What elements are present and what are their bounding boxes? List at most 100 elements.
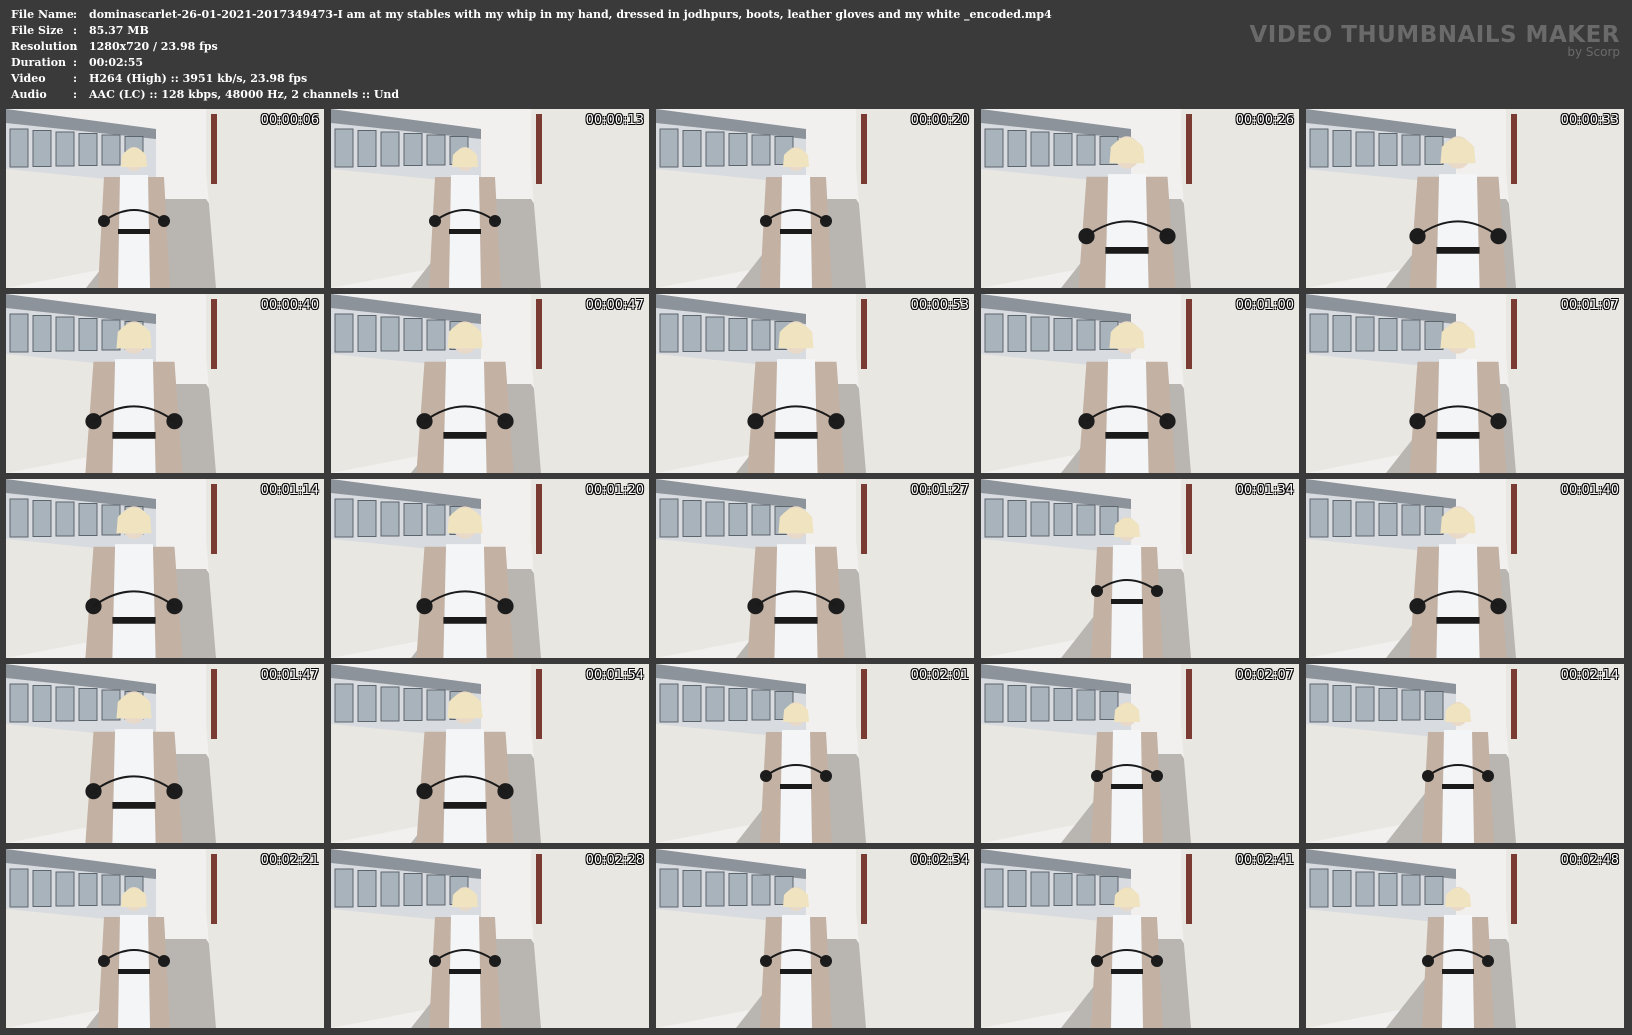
timestamp: 00:01:54 bbox=[585, 668, 644, 683]
meta-value: H264 (High) :: 3951 kb/s, 23.98 fps bbox=[89, 72, 308, 85]
timestamp: 00:00:47 bbox=[585, 298, 644, 313]
thumbnail-frame[interactable]: 00:02:34 bbox=[656, 849, 974, 1028]
thumbnail-frame[interactable]: 00:01:14 bbox=[6, 479, 324, 658]
thumbnail-frame[interactable]: 00:02:28 bbox=[331, 849, 649, 1028]
meta-value: dominascarlet-26-01-2021-2017349473-I am… bbox=[89, 8, 1052, 21]
thumbnail-frame[interactable]: 00:00:20 bbox=[656, 109, 974, 288]
meta-colon: : bbox=[73, 56, 78, 69]
timestamp: 00:01:00 bbox=[1235, 298, 1294, 313]
meta-value: 85.37 MB bbox=[89, 24, 149, 37]
thumbnail-frame[interactable]: 00:00:26 bbox=[981, 109, 1299, 288]
brand-watermark: VIDEO THUMBNAILS MAKER by Scorp bbox=[1249, 22, 1620, 58]
thumbnail-frame[interactable]: 00:01:07 bbox=[1306, 294, 1624, 473]
file-info: File Name : dominascarlet-26-01-2021-201… bbox=[11, 7, 1052, 103]
timestamp: 00:01:40 bbox=[1560, 483, 1619, 498]
timestamp: 00:02:41 bbox=[1235, 853, 1294, 868]
timestamp: 00:00:40 bbox=[260, 298, 319, 313]
timestamp: 00:02:21 bbox=[260, 853, 319, 868]
video-frame-image bbox=[656, 664, 974, 843]
video-frame-image bbox=[981, 664, 1299, 843]
video-frame-image bbox=[656, 294, 974, 473]
video-frame-image bbox=[1306, 479, 1624, 658]
video-frame-image bbox=[656, 849, 974, 1028]
video-frame-image bbox=[981, 294, 1299, 473]
thumbnail-frame[interactable]: 00:01:54 bbox=[331, 664, 649, 843]
timestamp: 00:01:14 bbox=[260, 483, 319, 498]
video-frame-image bbox=[6, 479, 324, 658]
thumbnail-frame[interactable]: 00:01:27 bbox=[656, 479, 974, 658]
timestamp: 00:01:34 bbox=[1235, 483, 1294, 498]
video-frame-image bbox=[981, 849, 1299, 1028]
video-frame-image bbox=[656, 479, 974, 658]
timestamp: 00:01:20 bbox=[585, 483, 644, 498]
meta-row: Video : H264 (High) :: 3951 kb/s, 23.98 … bbox=[11, 71, 1052, 87]
timestamp: 00:01:47 bbox=[260, 668, 319, 683]
thumbnail-frame[interactable]: 00:02:21 bbox=[6, 849, 324, 1028]
video-frame-image bbox=[1306, 849, 1624, 1028]
thumbnail-frame[interactable]: 00:00:13 bbox=[331, 109, 649, 288]
meta-colon: : bbox=[73, 88, 78, 101]
thumbnail-frame[interactable]: 00:00:40 bbox=[6, 294, 324, 473]
thumbnail-frame[interactable]: 00:00:33 bbox=[1306, 109, 1624, 288]
meta-key: File Name bbox=[11, 8, 74, 21]
thumbnail-frame[interactable]: 00:01:47 bbox=[6, 664, 324, 843]
timestamp: 00:00:06 bbox=[260, 113, 319, 128]
meta-row: File Size : 85.37 MB bbox=[11, 23, 1052, 39]
video-frame-image bbox=[981, 109, 1299, 288]
thumbnail-frame[interactable]: 00:00:47 bbox=[331, 294, 649, 473]
timestamp: 00:00:53 bbox=[910, 298, 969, 313]
meta-row: Resolution : 1280x720 / 23.98 fps bbox=[11, 39, 1052, 55]
meta-colon: : bbox=[73, 40, 78, 53]
thumbnail-frame[interactable]: 00:01:20 bbox=[331, 479, 649, 658]
timestamp: 00:00:33 bbox=[1560, 113, 1619, 128]
timestamp: 00:02:34 bbox=[910, 853, 969, 868]
thumbnail-frame[interactable]: 00:01:00 bbox=[981, 294, 1299, 473]
timestamp: 00:02:48 bbox=[1560, 853, 1619, 868]
thumbnail-grid: 00:00:06 00:00:13 00:00:20 00:00:26 00:00:33… bbox=[6, 109, 1626, 1029]
timestamp: 00:00:20 bbox=[910, 113, 969, 128]
thumbnail-frame[interactable]: 00:01:34 bbox=[981, 479, 1299, 658]
meta-value: AAC (LC) :: 128 kbps, 48000 Hz, 2 channe… bbox=[89, 88, 400, 101]
header: File Name : dominascarlet-26-01-2021-201… bbox=[0, 0, 1632, 108]
video-frame-image bbox=[331, 479, 649, 658]
thumbnail-frame[interactable]: 00:02:41 bbox=[981, 849, 1299, 1028]
thumbnail-frame[interactable]: 00:00:06 bbox=[6, 109, 324, 288]
meta-key: Video bbox=[11, 72, 46, 85]
video-frame-image bbox=[331, 109, 649, 288]
timestamp: 00:00:26 bbox=[1235, 113, 1294, 128]
video-frame-image bbox=[1306, 294, 1624, 473]
meta-colon: : bbox=[73, 8, 78, 21]
meta-colon: : bbox=[73, 24, 78, 37]
meta-key: Resolution bbox=[11, 40, 78, 53]
meta-key: File Size bbox=[11, 24, 64, 37]
brand-title: VIDEO THUMBNAILS MAKER bbox=[1249, 22, 1620, 48]
thumbnail-frame[interactable]: 00:01:40 bbox=[1306, 479, 1624, 658]
video-frame-image bbox=[656, 109, 974, 288]
thumbnail-frame[interactable]: 00:02:01 bbox=[656, 664, 974, 843]
video-frame-image bbox=[331, 294, 649, 473]
video-frame-image bbox=[6, 849, 324, 1028]
meta-value: 00:02:55 bbox=[89, 56, 144, 69]
timestamp: 00:02:01 bbox=[910, 668, 969, 683]
thumbnail-frame[interactable]: 00:02:14 bbox=[1306, 664, 1624, 843]
video-frame-image bbox=[1306, 664, 1624, 843]
timestamp: 00:00:13 bbox=[585, 113, 644, 128]
timestamp: 00:01:07 bbox=[1560, 298, 1619, 313]
video-frame-image bbox=[1306, 109, 1624, 288]
video-frame-image bbox=[6, 664, 324, 843]
thumbnail-frame[interactable]: 00:02:07 bbox=[981, 664, 1299, 843]
meta-key: Audio bbox=[11, 88, 47, 101]
meta-key: Duration bbox=[11, 56, 67, 69]
meta-row: Duration : 00:02:55 bbox=[11, 55, 1052, 71]
meta-row: Audio : AAC (LC) :: 128 kbps, 48000 Hz, … bbox=[11, 87, 1052, 103]
timestamp: 00:02:14 bbox=[1560, 668, 1619, 683]
timestamp: 00:02:28 bbox=[585, 853, 644, 868]
video-frame-image bbox=[981, 479, 1299, 658]
video-frame-image bbox=[6, 294, 324, 473]
thumbnail-frame[interactable]: 00:00:53 bbox=[656, 294, 974, 473]
video-frame-image bbox=[331, 849, 649, 1028]
meta-colon: : bbox=[73, 72, 78, 85]
video-frame-image bbox=[6, 109, 324, 288]
thumbnail-frame[interactable]: 00:02:48 bbox=[1306, 849, 1624, 1028]
timestamp: 00:02:07 bbox=[1235, 668, 1294, 683]
